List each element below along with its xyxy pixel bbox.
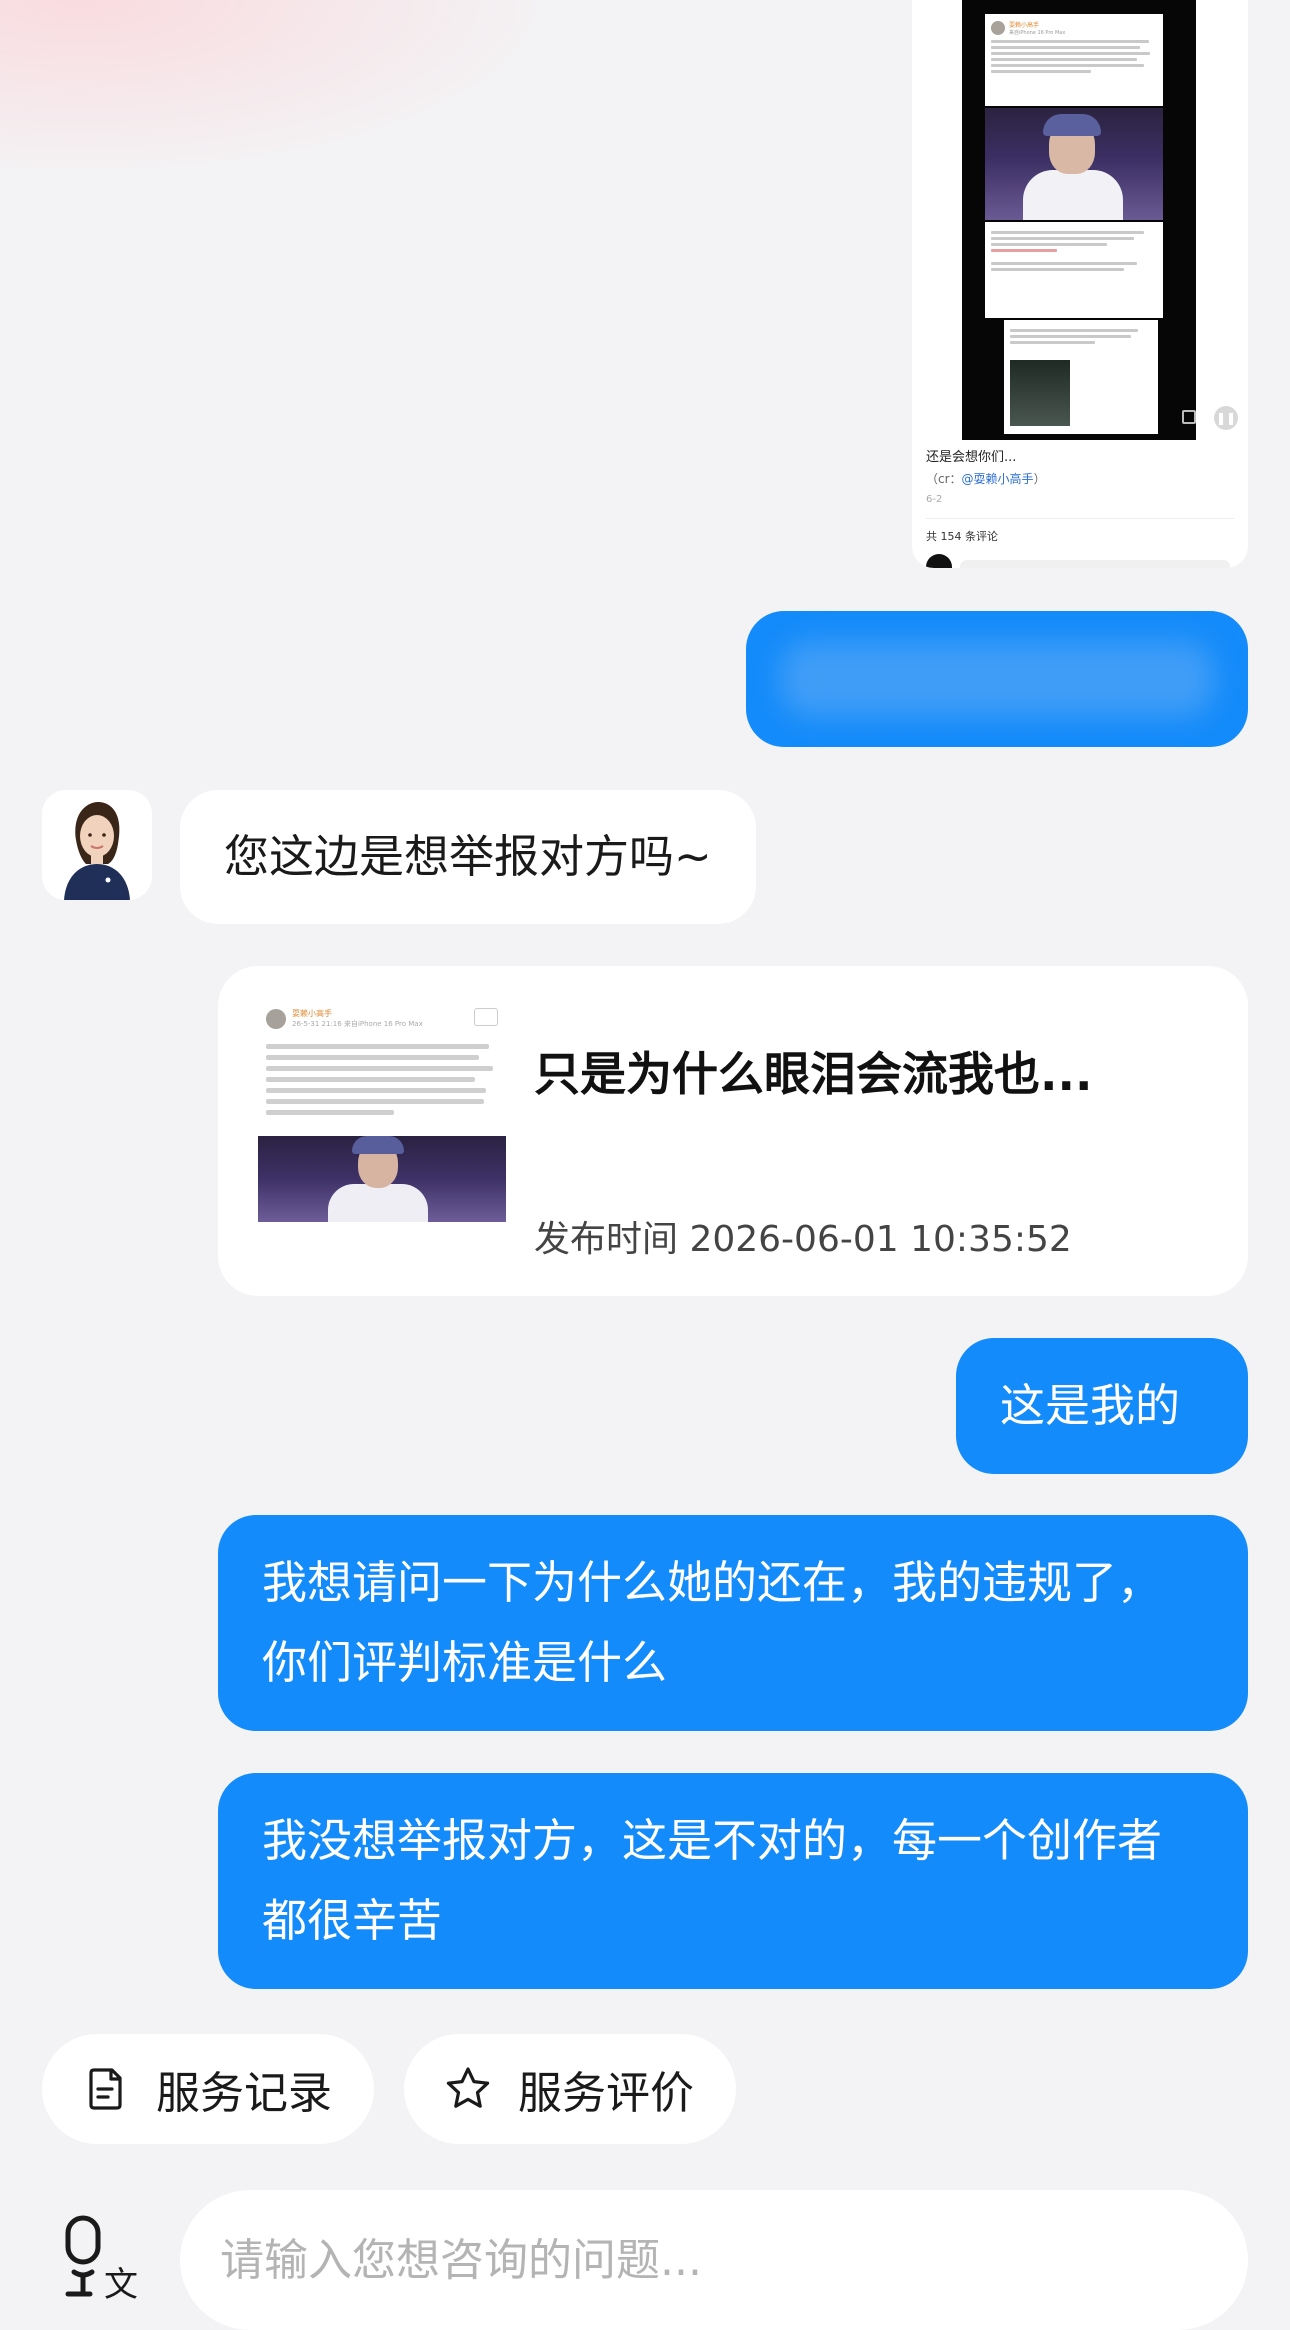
screenshot-caption: 还是会想你们... [926, 450, 1017, 465]
service-record-button[interactable]: 服务记录 [42, 2034, 374, 2144]
post-device: 来自iPhone 16 Pro Max [1009, 30, 1066, 36]
svg-text:文: 文 [104, 2265, 138, 2304]
service-rating-button[interactable]: 服务评价 [404, 2034, 736, 2144]
thumbnail-tag [474, 1008, 498, 1026]
fullscreen-icon[interactable] [1182, 410, 1196, 424]
commenter-avatar [926, 554, 952, 568]
question-input[interactable] [180, 2190, 1248, 2330]
voice-input-button[interactable]: 文 [52, 2214, 142, 2305]
credit-mention-link[interactable]: @耍赖小高手 [962, 472, 1034, 486]
service-record-label: 服务记录 [156, 2068, 332, 2119]
user-message[interactable]: 我没想举报对方，这是不对的，每一个创作者都很辛苦 [218, 1773, 1248, 1989]
shared-screenshot-card[interactable]: 耍赖小高手 来自iPhone 16 Pro Max ❚❚ 还是会想你们... （… [912, 0, 1248, 568]
link-card-title: 只是为什么眼泪会流我也... [534, 1047, 1093, 1101]
screenshot-video-frame [985, 108, 1163, 220]
agent-message: 您这边是想举报对方吗~ [180, 790, 756, 924]
screenshot-credit: （cr：@耍赖小高手） [926, 472, 1046, 486]
thumbnail-subline: 26-5-31 21:16 来自iPhone 16 Pro Max [292, 1020, 423, 1028]
service-rating-label: 服务评价 [518, 2068, 694, 2119]
screenshot-date: 6-2 [926, 494, 943, 505]
screenshot-comment-panel [985, 222, 1163, 318]
screenshot-post-panel: 耍赖小高手 来自iPhone 16 Pro Max [985, 14, 1163, 106]
reply-thumbnail [1010, 360, 1070, 426]
screenshot-reply-panel [1004, 320, 1158, 434]
user-message-blurred[interactable] [746, 611, 1248, 747]
agent-avatar [42, 790, 152, 900]
document-icon [89, 2068, 122, 2110]
content-link-card[interactable]: 耍赖小高手 26-5-31 21:16 来自iPhone 16 Pro Max … [218, 966, 1248, 1296]
divider [926, 518, 1234, 519]
user-message[interactable]: 我想请问一下为什么她的还在，我的违规了，你们评判标准是什么 [218, 1515, 1248, 1731]
link-card-publish-time: 发布时间 2026-06-01 10:35:52 [534, 1219, 1072, 1260]
post-author-name: 耍赖小高手 [1009, 22, 1040, 29]
user-message[interactable]: 这是我的 [956, 1338, 1248, 1474]
thumbnail-avatar [266, 1008, 286, 1029]
mic-translate-icon: 文 [65, 2215, 138, 2305]
pause-icon[interactable]: ❚❚ [1214, 406, 1238, 430]
link-card-thumbnail: 耍赖小高手 26-5-31 21:16 来自iPhone 16 Pro Max [258, 1002, 506, 1222]
agent-avatar-image [42, 790, 152, 900]
star-outline-icon [446, 2067, 490, 2108]
thumbnail-author: 耍赖小高手 [292, 1009, 332, 1018]
thumbnail-video-frame [258, 1136, 506, 1222]
post-author-avatar [991, 21, 1005, 35]
redacted-text [780, 641, 1214, 717]
comment-input-bar [960, 560, 1230, 568]
screenshot-comment-count: 共 154 条评论 [926, 530, 998, 543]
